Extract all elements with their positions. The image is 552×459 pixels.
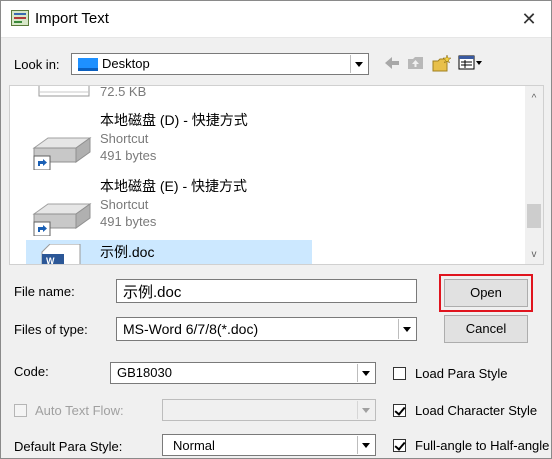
- scroll-thumb[interactable]: [527, 204, 541, 228]
- files-of-type-label: Files of type:: [14, 322, 88, 337]
- file-type: Shortcut: [100, 131, 149, 146]
- full-angle-checkbox[interactable]: [393, 439, 406, 452]
- files-of-type-select[interactable]: MS-Word 6/7/8(*.doc): [116, 317, 417, 341]
- scroll-up-icon[interactable]: ^: [525, 90, 543, 108]
- list-item[interactable]: 本地磁盘 (D) - 快捷方式 Shortcut 491 bytes: [10, 108, 525, 172]
- file-icon: [38, 86, 90, 97]
- file-list[interactable]: 72.5 KB 本地磁盘 (D) - 快捷方式 Shortcut 491 byt…: [9, 85, 544, 265]
- dialog-title: Import Text: [35, 10, 109, 27]
- list-item-selected[interactable]: W 示例.doc: [26, 240, 312, 265]
- doc-file-icon: W: [41, 244, 81, 265]
- new-folder-icon[interactable]: [432, 55, 452, 73]
- code-value: GB18030: [117, 365, 172, 380]
- app-icon: [11, 10, 29, 26]
- default-para-style-label: Default Para Style:: [14, 439, 123, 454]
- load-para-style-label: Load Para Style: [415, 366, 508, 381]
- desktop-folder-icon: [78, 58, 98, 71]
- code-select[interactable]: GB18030: [110, 362, 376, 384]
- file-name: 本地磁盘 (D) - 快捷方式: [100, 112, 248, 128]
- file-size: 72.5 KB: [100, 85, 147, 99]
- open-button-highlight: [439, 274, 533, 312]
- svg-text:W: W: [46, 256, 55, 265]
- chevron-down-icon: [357, 364, 374, 382]
- file-size: 491 bytes: [100, 214, 157, 229]
- drive-shortcut-icon: [32, 203, 92, 236]
- close-button[interactable]: ✕: [515, 7, 543, 31]
- files-of-type-value: MS-Word 6/7/8(*.doc): [123, 321, 259, 337]
- chevron-down-icon: [357, 436, 374, 454]
- look-in-label: Look in:: [14, 57, 60, 72]
- file-name: 示例.doc: [100, 244, 155, 260]
- import-text-dialog: Import Text ✕ Look in: Desktop 72.5 KB 本…: [0, 0, 552, 459]
- look-in-select[interactable]: Desktop: [71, 53, 369, 75]
- view-menu-icon[interactable]: [458, 55, 484, 71]
- title-bar: Import Text ✕: [1, 1, 551, 38]
- auto-text-flow-checkbox[interactable]: [14, 404, 27, 417]
- code-label: Code:: [14, 364, 49, 379]
- chevron-down-icon: [350, 55, 367, 73]
- list-item[interactable]: 本地磁盘 (E) - 快捷方式 Shortcut 491 bytes: [10, 174, 525, 238]
- back-arrow-icon[interactable]: [383, 55, 401, 71]
- look-in-value: Desktop: [102, 56, 150, 71]
- default-para-style-select[interactable]: Normal: [162, 434, 376, 456]
- file-list-scrollbar[interactable]: ^ v: [525, 86, 543, 264]
- cancel-button[interactable]: Cancel: [444, 315, 528, 343]
- file-type: Shortcut: [100, 197, 149, 212]
- chevron-down-icon: [357, 401, 374, 419]
- file-name-label: File name:: [14, 284, 75, 299]
- file-name-input[interactable]: 示例.doc: [116, 279, 417, 303]
- auto-text-flow-select[interactable]: [162, 399, 376, 421]
- chevron-down-icon: [398, 319, 415, 339]
- load-character-style-checkbox[interactable]: [393, 404, 406, 417]
- scroll-down-icon[interactable]: v: [525, 246, 543, 264]
- load-para-style-checkbox[interactable]: [393, 367, 406, 380]
- drive-shortcut-icon: [32, 137, 92, 170]
- file-name-value: 示例.doc: [123, 284, 182, 301]
- auto-text-flow-label: Auto Text Flow:: [35, 403, 124, 418]
- default-para-style-value: Normal: [173, 438, 215, 453]
- file-name: 本地磁盘 (E) - 快捷方式: [100, 178, 247, 194]
- load-character-style-label: Load Character Style: [415, 403, 538, 418]
- full-angle-label: Full-angle to Half-angle: [415, 438, 550, 453]
- up-folder-icon[interactable]: [407, 55, 425, 71]
- file-size: 491 bytes: [100, 148, 157, 163]
